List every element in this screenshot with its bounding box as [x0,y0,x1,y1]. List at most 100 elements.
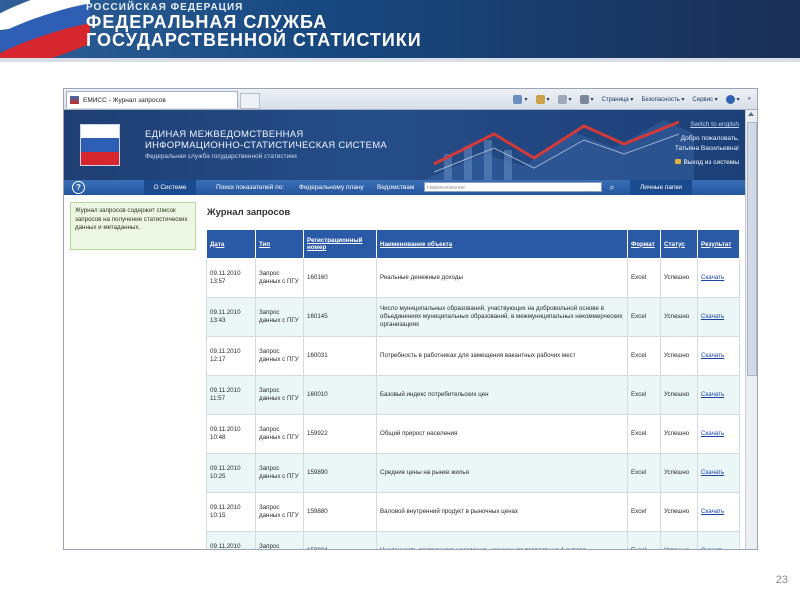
user-name: Татьяна Васильевна! [674,145,739,152]
cell-format: Excel [627,375,661,415]
search-icon[interactable]: ⌕ [603,181,621,194]
column-header-date[interactable]: Дата [206,229,256,259]
switch-language-link[interactable]: Switch to english [690,121,739,128]
site-flag-logo-icon [80,124,120,166]
vertical-scrollbar[interactable] [745,110,757,549]
site-title-line2: ИНФОРМАЦИОННО-СТАТИСТИЧЕСКАЯ СИСТЕМА [145,140,388,151]
overflow-chevron-icon[interactable]: » [748,96,751,102]
cell-date: 09.11.2010 13:43 [206,297,256,337]
download-link[interactable]: Скачать [697,258,740,298]
slide-header: РОССИЙСКАЯ ФЕДЕРАЦИЯ ФЕДЕРАЛЬНАЯ СЛУЖБА … [0,0,800,62]
new-tab-button[interactable] [240,93,260,109]
cell-status: Успешно [660,531,698,549]
cell-status: Успешно [660,414,698,454]
browser-tab[interactable]: ЕМИСС - Журнал запросов [66,91,238,108]
site-subtitle: Федеральная служба государственной стати… [145,153,297,160]
banner-title-line2: ГОСУДАРСТВЕННОЙ СТАТИСТИКИ [86,30,422,50]
download-link[interactable]: Скачать [697,453,740,493]
safety-menu-label: Безопасность [641,96,680,103]
download-link[interactable]: Скачать [697,336,740,376]
help-menu[interactable]: ▾ [725,94,740,104]
home-button[interactable]: ▾ [513,94,528,104]
table-row: 09.11.2010 10:15 Запрос данных с ПГУ 159… [206,492,740,532]
column-header-result[interactable]: Результат [697,229,740,259]
cell-reg-number: 160160 [303,258,377,298]
cell-reg-number: 160010 [303,375,377,415]
cell-reg-number: 159922 [303,414,377,454]
cell-date: 09.11.2010 11:57 [206,375,256,415]
cell-type: Запрос данных с ПГУ [255,297,304,337]
cell-reg-number: 159834 [303,531,377,549]
lock-icon [674,159,681,164]
cell-status: Успешно [660,336,698,376]
cell-format: Excel [627,531,661,549]
scroll-up-arrow-icon[interactable] [748,112,754,116]
download-link[interactable]: Скачать [697,492,740,532]
cell-format: Excel [627,258,661,298]
safety-menu[interactable]: Безопасность ▾ [641,96,684,103]
cell-object-name: Средние цены на рынке жилья [376,453,628,493]
site-favicon-icon [70,96,79,104]
print-icon [579,94,589,104]
departments-link[interactable]: Ведомствам [377,180,414,195]
column-header-status[interactable]: Статус [660,229,698,259]
cell-type: Запрос данных с ПГУ [255,531,304,549]
site-title-line1: ЕДИНАЯ МЕЖВЕДОМСТВЕННАЯ [145,129,304,140]
page-title: Журнал запросов [207,207,291,218]
federal-plan-link[interactable]: Федеральному плану [299,180,364,195]
table-header-row: Дата Тип Регистрационный номер Наименова… [206,229,740,259]
column-header-object-name[interactable]: Наименование объекта [376,229,628,259]
cell-type: Запрос данных с ПГУ [255,492,304,532]
cell-reg-number: 160145 [303,297,377,337]
table-row: 09.11.2010 13:43 Запрос данных с ПГУ 160… [206,297,740,337]
about-system-tab[interactable]: О Системе [144,180,196,195]
decorative-chart-graphic [424,120,694,180]
cell-status: Успешно [660,297,698,337]
cell-type: Запрос данных с ПГУ [255,258,304,298]
cell-format: Excel [627,414,661,454]
feeds-button[interactable]: ▾ [535,94,550,104]
cell-status: Успешно [660,258,698,298]
tools-menu[interactable]: Сервис ▾ [692,96,717,103]
cell-format: Excel [627,453,661,493]
table-row: 09.11.2010 11:57 Запрос данных с ПГУ 160… [206,375,740,415]
browser-tab-title: ЕМИСС - Журнал запросов [83,97,166,104]
help-circle-icon [725,94,735,104]
download-link[interactable]: Скачать [697,531,740,549]
logout-link[interactable]: Выход из системы [674,159,739,166]
cell-reg-number: 159890 [303,453,377,493]
print-button[interactable]: ▾ [579,94,594,104]
page-menu-label: Страница [601,96,629,103]
cell-reg-number: 160031 [303,336,377,376]
cell-date: 09.11.2010 10:25 [206,453,256,493]
indicator-search-input[interactable]: Наименование [424,182,602,192]
column-header-format[interactable]: Формат [627,229,661,259]
cell-date: 09.11.2010 13:57 [206,258,256,298]
help-icon[interactable]: ? [72,181,85,194]
feeds-icon [535,94,545,104]
table-row: 09.11.2010 09:33 Запрос данных с ПГУ 159… [206,531,740,549]
download-link[interactable]: Скачать [697,375,740,415]
cell-object-name: Валовой внутренний продукт в рыночных це… [376,492,628,532]
download-link[interactable]: Скачать [697,414,740,454]
scrollbar-thumb[interactable] [747,122,757,376]
download-link[interactable]: Скачать [697,297,740,337]
browser-tab-bar: ЕМИСС - Журнал запросов ▾ ▾ ▾ ▾ Страница… [64,89,757,110]
personal-folders-tab[interactable]: Личные папки [630,180,692,195]
page-content: Журнал запросов содержит список запросов… [64,195,745,549]
mail-button[interactable]: ▾ [557,94,572,104]
cell-type: Запрос данных с ПГУ [255,453,304,493]
column-header-type[interactable]: Тип [255,229,304,259]
browser-window: ЕМИСС - Журнал запросов ▾ ▾ ▾ ▾ Страница… [63,88,758,550]
cell-type: Запрос данных с ПГУ [255,336,304,376]
cell-date: 09.11.2010 09:33 [206,531,256,549]
table-row: 09.11.2010 13:57 Запрос данных с ПГУ 160… [206,258,740,298]
cell-format: Excel [627,336,661,376]
cell-date: 09.11.2010 12:17 [206,336,256,376]
logout-label: Выход из системы [683,159,739,166]
cell-object-name: Реальные денежные доходы [376,258,628,298]
page-menu[interactable]: Страница ▾ [602,96,634,103]
browser-command-bar: ▾ ▾ ▾ ▾ Страница ▾ Безопасность ▾ Сервис… [513,92,751,106]
column-header-reg-number[interactable]: Регистрационный номер [303,229,377,259]
home-icon [513,94,523,104]
